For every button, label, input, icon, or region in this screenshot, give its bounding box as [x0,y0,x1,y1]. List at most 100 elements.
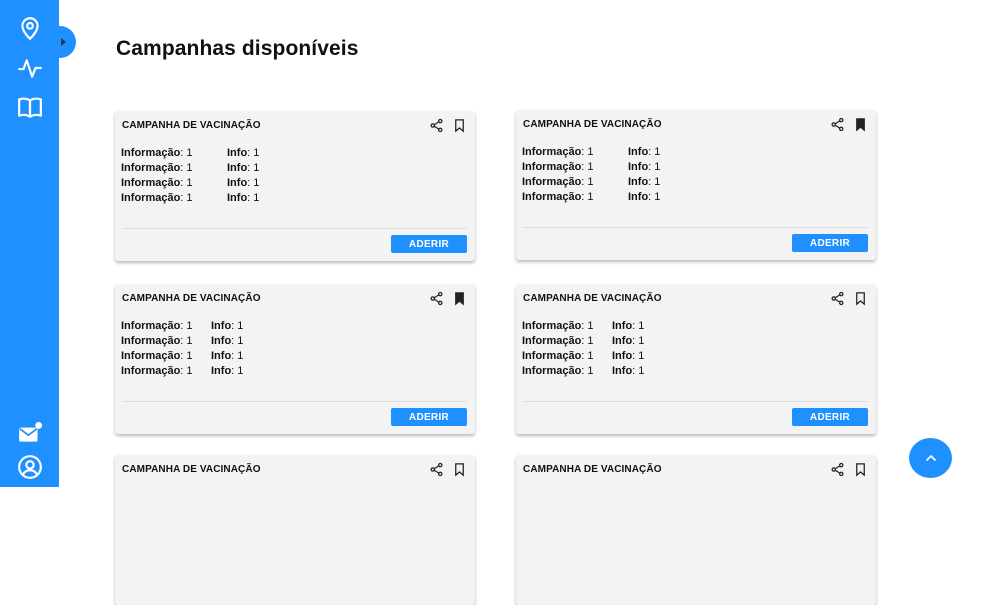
info-value: : 1 [632,350,645,362]
share-icon[interactable] [429,118,444,133]
info-value: : 1 [247,192,260,204]
info-label: Informação [522,350,582,362]
info-value: : 1 [180,320,193,332]
chevron-right-icon [61,38,66,46]
info-value: : 1 [648,176,661,188]
info-label: Info [628,191,649,203]
info-label: Info [628,161,649,173]
info-label: Informação [522,335,582,347]
share-icon[interactable] [429,462,444,477]
info-value: : 1 [581,320,594,332]
info-value: : 1 [180,335,193,347]
info-value: : 1 [581,161,594,173]
info-value: : 1 [581,350,594,362]
info-value: : 1 [247,147,260,159]
info-label: Info [227,177,248,189]
info-column-right: Info: 1 Info: 1 Info: 1 Info: 1 [628,145,660,205]
campaign-card: CAMPANHA DE VACINAÇÃO [115,455,475,605]
info-label: Info [211,365,232,377]
chevron-up-icon [925,455,936,461]
info-value: : 1 [180,162,193,174]
join-button[interactable]: ADERIR [792,408,868,426]
bookmark-outline-icon[interactable] [853,462,868,477]
info-label: Info [612,335,633,347]
campaign-card: CAMPANHA DE VACINAÇÃO [516,455,876,605]
info-value: : 1 [180,147,193,159]
info-value: : 1 [648,146,661,158]
info-value: : 1 [247,177,260,189]
info-label: Informação [121,320,181,332]
book-icon[interactable] [16,93,44,121]
activity-icon[interactable] [16,54,44,82]
join-button[interactable]: ADERIR [792,234,868,252]
info-value: : 1 [581,335,594,347]
join-button[interactable]: ADERIR [391,235,467,253]
info-column-left: Informação: 1 Informação: 1 Informação: … [121,319,193,379]
info-column-right: Info: 1 Info: 1 Info: 1 Info: 1 [211,319,243,379]
info-column-right: Info: 1 Info: 1 Info: 1 Info: 1 [612,319,644,379]
info-label: Informação [121,147,181,159]
info-label: Info [211,350,232,362]
location-pin-icon[interactable] [16,14,44,42]
info-value: : 1 [581,365,594,377]
join-button[interactable]: ADERIR [391,408,467,426]
share-icon[interactable] [830,117,845,132]
sidebar-expand-button[interactable] [50,26,76,58]
info-label: Informação [121,365,181,377]
info-value: : 1 [231,335,244,347]
share-icon[interactable] [830,462,845,477]
page-title: Campanhas disponíveis [116,37,359,60]
info-label: Informação [522,146,582,158]
campaign-card: CAMPANHA DE VACINAÇÃO Informação: 1 Info… [516,110,876,260]
info-value: : 1 [632,335,645,347]
info-label: Info [628,146,649,158]
share-icon[interactable] [830,291,845,306]
bookmark-filled-icon[interactable] [452,291,467,306]
info-label: Info [227,192,248,204]
mail-notification-icon[interactable] [16,419,44,447]
bookmark-outline-icon[interactable] [452,118,467,133]
info-label: Informação [121,177,181,189]
info-value: : 1 [231,320,244,332]
campaign-card: CAMPANHA DE VACINAÇÃO Informação: 1 Info… [115,111,475,261]
info-label: Info [612,350,633,362]
info-column-left: Informação: 1 Informação: 1 Informação: … [522,145,594,205]
bookmark-outline-icon[interactable] [853,291,868,306]
info-column-left: Informação: 1 Informação: 1 Informação: … [121,146,193,206]
card-divider [122,228,467,229]
info-value: : 1 [180,350,193,362]
info-value: : 1 [180,177,193,189]
info-value: : 1 [648,191,661,203]
info-value: : 1 [180,192,193,204]
campaign-title: CAMPANHA DE VACINAÇÃO [523,119,662,130]
campaign-title: CAMPANHA DE VACINAÇÃO [122,464,261,475]
bookmark-filled-icon[interactable] [853,117,868,132]
info-label: Info [612,320,633,332]
card-divider [523,401,868,402]
info-label: Info [227,147,248,159]
scroll-to-top-button[interactable] [909,438,952,478]
info-value: : 1 [247,162,260,174]
card-divider [122,401,467,402]
info-label: Info [612,365,633,377]
info-label: Info [628,176,649,188]
info-value: : 1 [231,350,244,362]
info-value: : 1 [581,146,594,158]
card-divider [523,227,868,228]
info-value: : 1 [581,191,594,203]
info-column-right: Info: 1 Info: 1 Info: 1 Info: 1 [227,146,259,206]
info-label: Informação [121,335,181,347]
info-label: Informação [121,162,181,174]
info-column-left: Informação: 1 Informação: 1 Informação: … [522,319,594,379]
share-icon[interactable] [429,291,444,306]
info-value: : 1 [180,365,193,377]
campaign-card: CAMPANHA DE VACINAÇÃO Informação: 1 Info… [115,284,475,434]
info-label: Informação [121,192,181,204]
info-label: Informação [121,350,181,362]
campaign-title: CAMPANHA DE VACINAÇÃO [122,120,261,131]
info-label: Informação [522,176,582,188]
bookmark-outline-icon[interactable] [452,462,467,477]
sidebar [0,0,59,487]
campaign-title: CAMPANHA DE VACINAÇÃO [523,464,662,475]
user-account-icon[interactable] [16,453,44,481]
